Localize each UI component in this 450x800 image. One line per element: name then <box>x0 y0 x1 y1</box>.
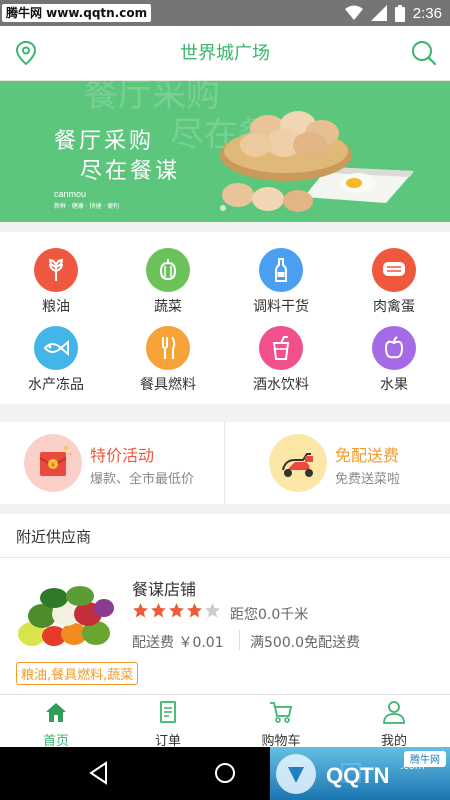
nav-orders[interactable]: 订单 <box>112 695 224 749</box>
section-title: 附近供应商 <box>16 528 92 546</box>
category-label: 调料干货 <box>253 299 309 315</box>
star-filled-icon <box>151 603 166 618</box>
promo-banner[interactable]: 餐厅采购 尽在餐谋 餐厅采购 尽在餐谋 canmou 新鲜 · 健康 · 快捷 … <box>0 81 450 222</box>
category-icon-bg <box>372 248 416 292</box>
banner-slogan: 新鲜 · 健康 · 快捷 · 便利 <box>54 203 120 210</box>
store-name: 餐谋店铺 <box>132 580 197 599</box>
category-fruit[interactable]: 水果 <box>338 318 450 398</box>
signal-icon <box>370 5 387 21</box>
store-rating <box>132 602 221 619</box>
category-vegetables[interactable]: 蔬菜 <box>112 240 224 320</box>
category-icon-bg <box>34 326 78 370</box>
nearby-section-header: 附近供应商 <box>0 514 450 558</box>
bottom-nav: 首页 订单 购物车 我的 <box>0 694 450 749</box>
category-label: 水果 <box>380 377 408 393</box>
cutlery-icon <box>162 336 176 359</box>
watermark-bottom-text: 腾牛网 <box>410 753 440 766</box>
nav-profile[interactable]: 我的 <box>338 695 450 749</box>
store-distance: 距您0.0千米 <box>230 607 309 623</box>
category-label: 餐具燃料 <box>140 377 196 393</box>
nav-home[interactable]: 首页 <box>0 695 112 749</box>
carousel-indicator[interactable] <box>220 205 226 211</box>
profile-icon <box>383 701 405 724</box>
banner-brand: canmou <box>54 189 87 199</box>
page-title[interactable]: 世界城广场 <box>0 26 450 81</box>
special-offer-subtitle: 爆款、全市最低价 <box>90 472 195 487</box>
meat-icon <box>383 262 405 276</box>
store-thumbnail <box>14 578 116 650</box>
watermark-label: 腾牛网 www.qqtn.com <box>2 4 152 22</box>
category-grid: 粮油 蔬菜 调料干货 肉禽蛋 水产冻品 餐具燃料 酒水饮料 水果 <box>0 232 450 404</box>
category-label: 水产冻品 <box>28 377 84 393</box>
category-meat-eggs[interactable]: 肉禽蛋 <box>338 240 450 320</box>
category-grains-oil[interactable]: 粮油 <box>0 240 112 320</box>
category-icon-bg <box>259 248 303 292</box>
star-filled-icon <box>187 603 202 618</box>
category-icon-bg <box>34 248 78 292</box>
category-icon-bg <box>372 326 416 370</box>
status-icons: 2:36 <box>344 0 442 26</box>
apple-icon <box>384 336 404 359</box>
home-icon <box>46 703 66 722</box>
category-tableware-fuel[interactable]: 餐具燃料 <box>112 318 224 398</box>
nav-cart[interactable]: 购物车 <box>225 695 337 749</box>
back-icon[interactable] <box>86 760 112 786</box>
category-label: 粮油 <box>42 299 70 315</box>
banner-headline: 餐厅采购 <box>54 129 155 154</box>
store-category-tags: 粮油,餐具燃料,蔬菜 <box>16 662 139 685</box>
info-divider <box>239 630 240 650</box>
fish-icon <box>43 339 69 357</box>
cart-icon <box>270 702 293 723</box>
svg-text:QQTN: QQTN <box>326 763 390 788</box>
watermark-logo: QQTN .com 腾牛网 <box>270 747 450 800</box>
store-card[interactable]: 餐谋店铺 距您0.0千米 配送费 ￥0.01 满500.0免配送费 粮油,餐具燃… <box>0 558 450 694</box>
free-delivery-title: 免配送费 <box>335 446 400 465</box>
category-label: 酒水饮料 <box>253 377 309 393</box>
category-drinks[interactable]: 酒水饮料 <box>225 318 337 398</box>
free-delivery-threshold: 满500.0免配送费 <box>250 635 361 651</box>
category-label: 肉禽蛋 <box>373 299 415 315</box>
category-icon-bg <box>259 326 303 370</box>
star-filled-icon <box>169 603 184 618</box>
free-delivery-card[interactable]: 免配送费 免费送菜啦 <box>225 422 449 504</box>
app-header: 世界城广场 <box>0 26 450 81</box>
category-label: 蔬菜 <box>154 299 182 315</box>
status-bar: 腾牛网 www.qqtn.com 2:36 <box>0 0 450 26</box>
order-icon <box>160 701 176 723</box>
category-seasoning[interactable]: 调料干货 <box>225 240 337 320</box>
promo-row: ¥ 特价活动 爆款、全市最低价 免配送费 免费送菜啦 <box>0 422 450 504</box>
search-icon[interactable] <box>410 39 438 67</box>
clock: 2:36 <box>412 4 442 22</box>
category-icon-bg <box>146 326 190 370</box>
red-envelope-icon: ¥ <box>24 434 82 492</box>
wifi-icon <box>344 5 363 20</box>
battery-icon <box>394 4 405 22</box>
drink-icon <box>272 336 290 360</box>
star-empty-icon <box>205 603 220 618</box>
special-offer-title: 特价活动 <box>90 446 155 465</box>
egg-basket-image <box>220 111 414 212</box>
pepper-icon <box>159 259 177 281</box>
scooter-icon <box>269 434 327 492</box>
category-seafood[interactable]: 水产冻品 <box>0 318 112 398</box>
special-offer-card[interactable]: ¥ 特价活动 爆款、全市最低价 <box>0 422 224 504</box>
wheat-icon <box>48 258 64 281</box>
home-button-icon[interactable] <box>212 760 238 786</box>
star-filled-icon <box>133 603 148 618</box>
svg-text:¥: ¥ <box>51 461 56 469</box>
category-icon-bg <box>146 248 190 292</box>
bottle-icon <box>275 258 287 282</box>
banner-subheadline: 尽在餐谋 <box>80 159 181 184</box>
free-delivery-subtitle: 免费送菜啦 <box>335 472 401 487</box>
delivery-fee: 配送费 ￥0.01 <box>132 635 224 651</box>
